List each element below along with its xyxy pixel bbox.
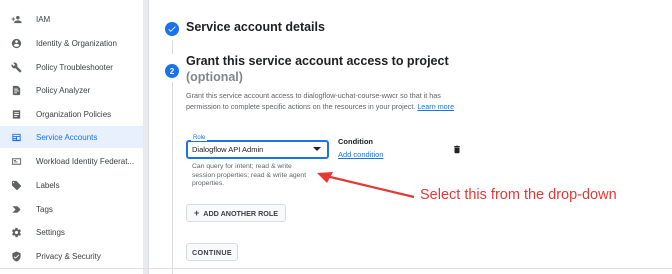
label-icon <box>10 179 22 191</box>
sidebar-item-label: IAM <box>36 14 51 24</box>
sidebar-item-organization-policies[interactable]: Organization Policies <box>0 103 143 125</box>
sidebar-item-identity-organization[interactable]: Identity & Organization <box>0 32 143 54</box>
document-search-icon <box>10 84 22 96</box>
trash-icon <box>454 145 460 154</box>
sidebar-item-label: Privacy & Security <box>36 251 101 261</box>
account-circle-icon <box>10 37 22 49</box>
sidebar-item-iam[interactable]: IAM <box>0 8 143 30</box>
sidebar-item-policy-analyzer[interactable]: Policy Analyzer <box>0 79 143 101</box>
list-document-icon <box>10 108 22 120</box>
sidebar-item-label: Tags <box>36 204 53 214</box>
sidebar-nav: IAM Identity & Organization Policy Troub… <box>0 0 148 274</box>
shield-icon <box>10 250 22 262</box>
sidebar-item-label: Organization Policies <box>36 109 112 119</box>
sidebar-item-label: Identity & Organization <box>36 38 117 48</box>
sidebar-divider <box>148 0 149 274</box>
dropdown-caret-icon[interactable] <box>313 147 321 151</box>
sidebar-item-labels[interactable]: Labels <box>0 174 143 196</box>
sidebar-item-policy-troubleshooter[interactable]: Policy Troubleshooter <box>0 56 143 78</box>
sidebar-item-label: Service Accounts <box>36 132 98 142</box>
role-selected-value[interactable]: Dialogflow API Admin <box>192 145 263 154</box>
continue-button[interactable]: CONTINUE <box>186 243 238 261</box>
learn-more-link[interactable]: Learn more <box>417 102 454 111</box>
role-field-label: Role <box>191 135 208 141</box>
role-help-text: Can query for intent; read & write sessi… <box>192 163 307 188</box>
bottom-divider <box>0 268 672 269</box>
id-card-icon <box>10 155 22 167</box>
add-another-role-button[interactable]: + ADD ANOTHER ROLE <box>186 204 286 222</box>
plus-icon: + <box>194 208 200 218</box>
sidebar-item-label: Policy Analyzer <box>36 85 91 95</box>
condition-title: Condition <box>338 137 373 146</box>
sidebar-item-service-accounts[interactable]: Service Accounts <box>0 126 143 148</box>
sidebar-item-label: Settings <box>36 227 65 237</box>
tag-arrow-icon <box>10 203 22 215</box>
step2-subtitle: (optional) <box>186 70 243 84</box>
step2-title: Grant this service account access to pro… <box>186 54 449 68</box>
step1-title[interactable]: Service account details <box>186 20 325 34</box>
service-account-icon <box>10 131 22 143</box>
stepper-connector <box>172 40 173 54</box>
gear-icon <box>10 226 22 238</box>
sidebar-item-workload-identity-federation[interactable]: Workload Identity Federat... <box>0 150 143 172</box>
sidebar-item-label: Labels <box>36 180 60 190</box>
sidebar-item-label: Workload Identity Federat... <box>36 156 135 166</box>
sidebar-item-label: Policy Troubleshooter <box>36 62 113 72</box>
description-text: Grant this service account access to dia… <box>186 91 441 111</box>
sidebar-item-tags[interactable]: Tags <box>0 198 143 220</box>
annotation-text: Select this from the drop-down <box>420 187 617 203</box>
step-complete-check-icon <box>165 22 179 36</box>
sidebar-item-settings[interactable]: Settings <box>0 221 143 243</box>
wrench-icon <box>10 61 22 73</box>
add-role-label: ADD ANOTHER ROLE <box>203 208 279 218</box>
delete-role-button[interactable] <box>452 142 462 154</box>
person-add-icon <box>10 13 22 25</box>
stepper-connector <box>172 82 173 274</box>
sidebar-item-privacy-security[interactable]: Privacy & Security <box>0 245 143 267</box>
step-number-badge: 2 <box>165 64 179 78</box>
step2-description: Grant this service account access to dia… <box>186 91 466 112</box>
add-condition-link[interactable]: Add condition <box>338 150 383 159</box>
